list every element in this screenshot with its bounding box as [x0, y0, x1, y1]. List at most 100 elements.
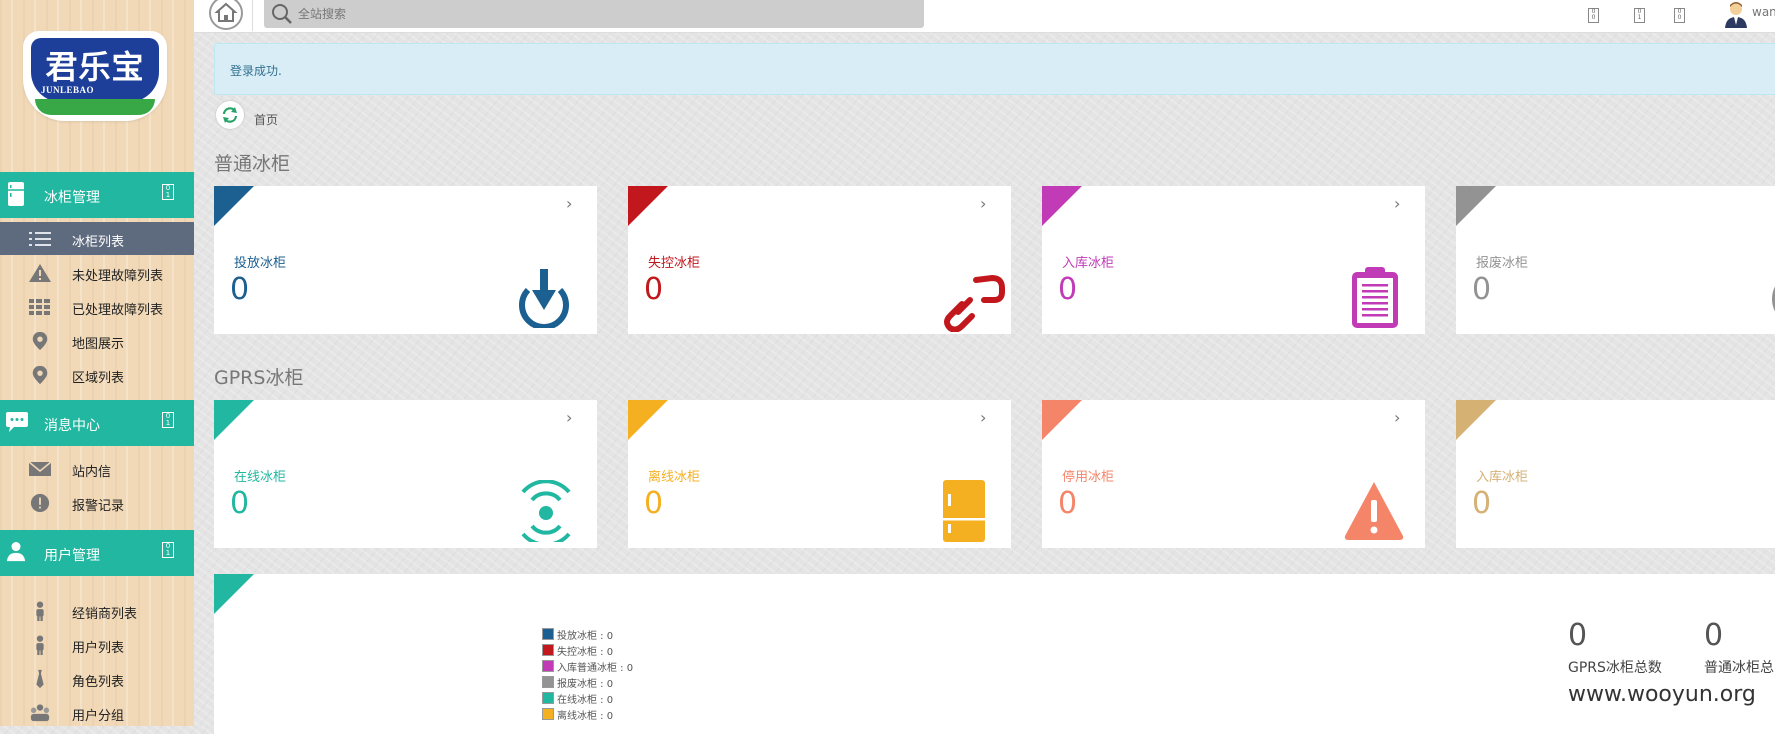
toolbar-icon-2[interactable]: 01 — [1634, 8, 1645, 23]
sidebar-item-region-list[interactable]: 区域列表 — [0, 358, 194, 391]
stat-card-scrapped[interactable]: 报废冰柜 0 — [1456, 186, 1775, 334]
sidebar-item-inbox[interactable]: 站内信 — [0, 452, 194, 485]
sidebar-item-label: 用户列表 — [72, 641, 125, 656]
legend-swatch — [542, 660, 554, 672]
stat-label: 普通冰柜总 — [1704, 660, 1774, 676]
card-value: 0 — [1058, 272, 1078, 307]
circle-icon — [1772, 286, 1775, 312]
home-button[interactable] — [209, 0, 243, 30]
stat-card-warehoused[interactable]: › 入库冰柜 0 — [1042, 186, 1425, 334]
stat-card-offline[interactable]: › 离线冰柜 0 — [628, 400, 1011, 548]
person-icon — [36, 635, 44, 655]
sidebar-item-dealer-list[interactable]: 经销商列表 — [0, 594, 194, 627]
refresh-icon[interactable] — [216, 101, 244, 129]
chevron-right-icon[interactable]: › — [1394, 408, 1400, 427]
sidebar-section-fridge-management[interactable]: 冰柜管理 01 — [0, 172, 194, 218]
legend-swatch — [542, 644, 554, 656]
junlebao-logo[interactable]: 君乐宝 JUNLEBAO — [25, 33, 165, 121]
collapse-toggle-icon[interactable]: 01 — [162, 184, 174, 200]
toolbar-icon-3[interactable]: 00 — [1674, 8, 1685, 23]
card-value: 0 — [230, 486, 250, 521]
section-label: 用户管理 — [44, 548, 100, 564]
login-success-alert: 登录成功. — [214, 43, 1775, 95]
card-corner — [1042, 400, 1082, 440]
stat-card-deployed[interactable]: › 投放冰柜 0 — [214, 186, 597, 334]
fridge-icon — [943, 480, 985, 542]
avatar[interactable] — [1722, 0, 1750, 28]
sidebar-item-label: 区域列表 — [72, 371, 125, 386]
sidebar-item-label: 未处理故障列表 — [72, 269, 164, 284]
chevron-right-icon[interactable]: › — [566, 408, 572, 427]
legend-label: 报废冰柜 : 0 — [557, 679, 614, 690]
chat-icon — [6, 412, 28, 432]
sidebar-item-processed-faults[interactable]: 已处理故障列表 — [0, 290, 194, 323]
sidebar-section-message-center[interactable]: 消息中心 01 — [0, 400, 194, 446]
sidebar-item-user-groups[interactable]: 用户分组 — [0, 696, 194, 726]
sidebar-item-user-list[interactable]: 用户列表 — [0, 628, 194, 661]
card-label: 入库冰柜 — [1476, 470, 1529, 485]
stat-normal-total: 0 普通冰柜总 — [1704, 618, 1774, 677]
group-title-gprs: GPRS冰柜 — [214, 367, 304, 389]
search-input[interactable] — [296, 2, 900, 26]
card-corner — [214, 186, 254, 226]
stat-card-disabled[interactable]: › 停用冰柜 0 — [1042, 400, 1425, 548]
breadcrumb-home[interactable]: 首页 — [254, 111, 278, 128]
logo-english-name: JUNLEBAO — [41, 85, 95, 95]
card-corner — [628, 400, 668, 440]
legend-label: 投放冰柜 : 0 — [557, 631, 614, 642]
collapse-toggle-icon[interactable]: 01 — [162, 542, 174, 558]
stat-value: 0 — [1568, 618, 1588, 653]
card-label: 投放冰柜 — [234, 256, 287, 271]
alert-circle-icon — [30, 493, 50, 513]
summary-panel: 投放冰柜 : 0 失控冰柜 : 0 入库普通冰柜 : 0 报废冰柜 : 0 在线… — [214, 574, 1775, 734]
search-icon — [272, 4, 292, 24]
card-value: 0 — [1058, 486, 1078, 521]
stat-card-out-of-control[interactable]: › 失控冰柜 0 — [628, 186, 1011, 334]
stat-value: 0 — [1704, 618, 1724, 653]
sidebar-item-role-list[interactable]: 角色列表 — [0, 662, 194, 695]
legend-swatch — [542, 628, 554, 640]
sidebar-section-user-management[interactable]: 用户管理 01 — [0, 530, 194, 576]
stat-card-gprs-warehoused[interactable]: 入库冰柜 0 — [1456, 400, 1775, 548]
card-corner — [1456, 186, 1496, 226]
sidebar-item-map-display[interactable]: 地图展示 — [0, 324, 194, 357]
card-value: 0 — [1472, 486, 1492, 521]
card-value: 0 — [644, 486, 664, 521]
broken-link-icon — [944, 274, 1005, 332]
warning-icon — [29, 264, 51, 282]
chevron-right-icon[interactable]: › — [566, 194, 572, 213]
legend-label: 在线冰柜 : 0 — [557, 695, 614, 706]
sidebar-item-label: 冰柜列表 — [72, 235, 125, 250]
sidebar-item-alarm-records[interactable]: 报警记录 — [0, 486, 194, 519]
section-label: 消息中心 — [44, 418, 100, 434]
legend-label: 入库普通冰柜 : 0 — [557, 663, 634, 674]
user-name[interactable]: wan — [1752, 5, 1775, 19]
card-value: 0 — [644, 272, 664, 307]
group-icon — [30, 704, 50, 722]
sidebar-item-unprocessed-faults[interactable]: 未处理故障列表 — [0, 256, 194, 289]
card-value: 0 — [1472, 272, 1492, 307]
warning-triangle-icon — [1344, 482, 1404, 540]
search-box[interactable] — [264, 0, 924, 28]
chevron-right-icon[interactable]: › — [980, 408, 986, 427]
legend-swatch — [542, 708, 554, 720]
list-icon — [29, 232, 51, 246]
collapse-toggle-icon[interactable]: 01 — [162, 412, 174, 428]
download-arrow-icon — [519, 269, 569, 328]
toolbar-icon-1[interactable]: 00 — [1588, 8, 1599, 23]
map-pin-icon — [32, 331, 48, 351]
chevron-right-icon[interactable]: › — [1394, 194, 1400, 213]
card-corner — [214, 574, 254, 614]
card-corner — [1042, 186, 1082, 226]
legend-swatch — [542, 676, 554, 688]
sidebar-item-label: 用户分组 — [72, 709, 125, 724]
refresh-arrows-icon — [222, 107, 238, 123]
clipboard-icon — [1766, 474, 1775, 536]
sidebar-item-fridge-list[interactable]: 冰柜列表 — [0, 222, 194, 255]
chevron-right-icon[interactable]: › — [980, 194, 986, 213]
envelope-icon — [28, 461, 52, 476]
stat-card-online[interactable]: › 在线冰柜 0 — [214, 400, 597, 548]
legend-swatch — [542, 692, 554, 704]
group-title-normal: 普通冰柜 — [214, 153, 291, 175]
watermark: www.wooyun.org — [1568, 682, 1756, 707]
